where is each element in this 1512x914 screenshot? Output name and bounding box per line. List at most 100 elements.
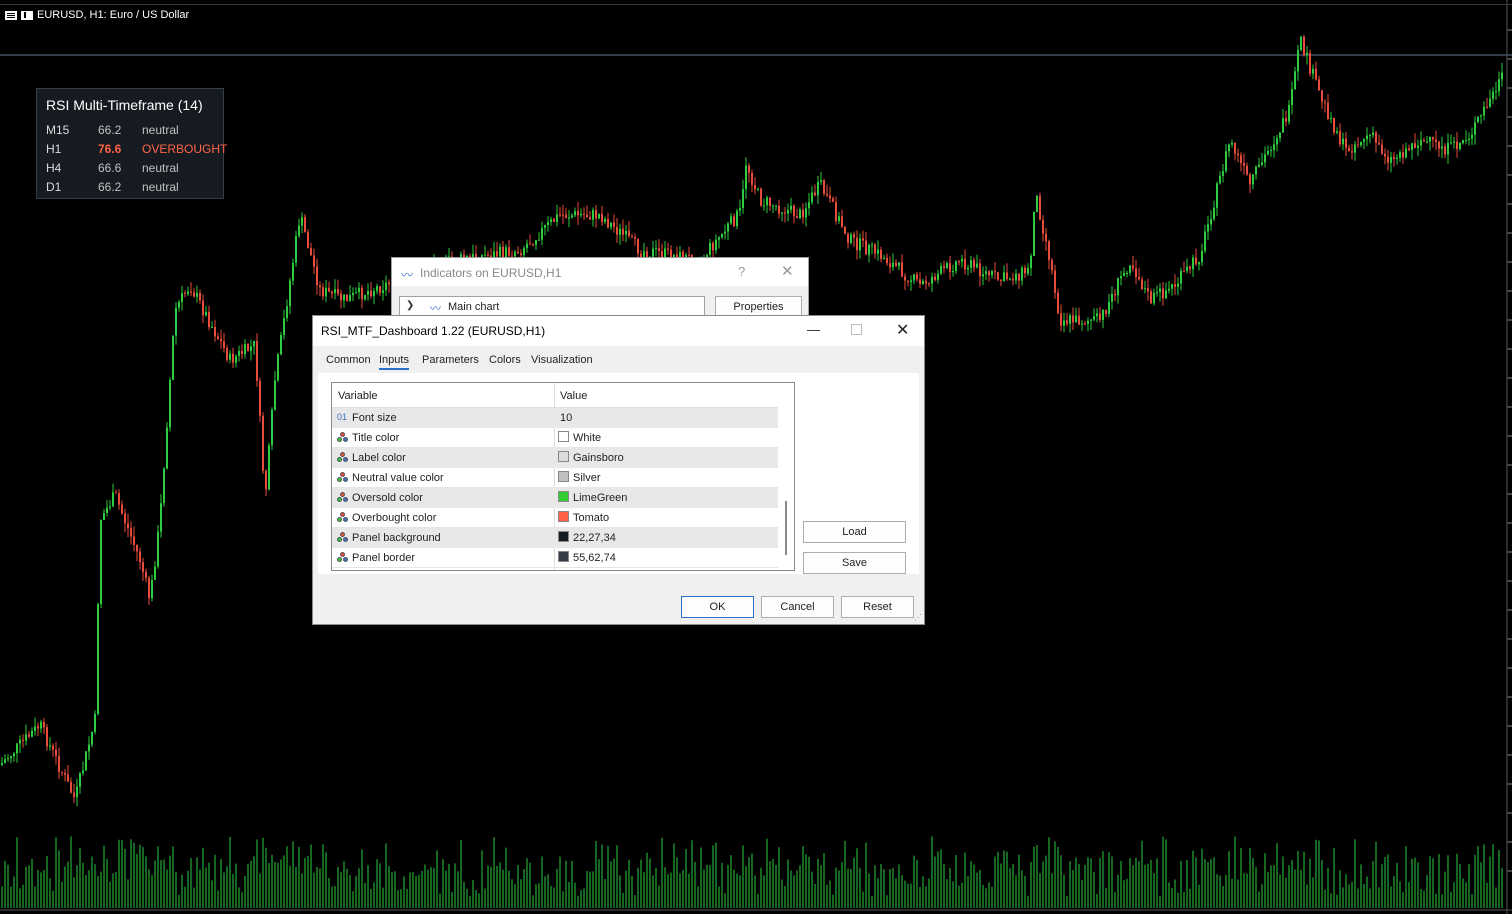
scrollbar-thumb[interactable]: [785, 501, 787, 555]
color-swatch[interactable]: [558, 431, 569, 442]
variable-value[interactable]: 55,62,74: [573, 552, 616, 564]
candle-body: [358, 287, 360, 293]
close-icon[interactable]: ✕: [781, 262, 794, 280]
candle-body: [262, 415, 264, 471]
candle-body: [388, 282, 390, 285]
color-swatch[interactable]: [558, 531, 569, 542]
tab-colors[interactable]: Colors: [489, 354, 521, 366]
column-header-variable[interactable]: Variable: [338, 390, 378, 402]
indicator-line-icon: 〰: [401, 268, 414, 282]
tab-parameters[interactable]: Parameters: [422, 354, 479, 366]
help-icon[interactable]: ?: [738, 264, 745, 279]
close-icon[interactable]: ✕: [896, 320, 909, 340]
candle-body: [1126, 272, 1128, 274]
candle-body: [1255, 167, 1257, 175]
indicator-window-select[interactable]: ❯ 〰 Main chart: [399, 296, 705, 316]
candle-body: [1018, 273, 1020, 281]
candle-body: [1165, 290, 1167, 299]
candle-body: [1315, 68, 1317, 80]
column-header-value[interactable]: Value: [560, 390, 587, 402]
candle-body: [538, 239, 540, 241]
variable-value[interactable]: White: [573, 432, 601, 444]
candle-body: [652, 248, 654, 257]
candle-body: [1228, 144, 1230, 152]
color-swatch[interactable]: [558, 451, 569, 462]
table-row[interactable]: Title color White: [332, 428, 778, 448]
candle-body: [568, 217, 570, 219]
table-scrollbar[interactable]: [778, 383, 794, 570]
chart-menu-icon[interactable]: [5, 10, 17, 20]
candle-body: [1438, 141, 1440, 149]
chart-settings-icon[interactable]: [21, 10, 33, 20]
variable-value[interactable]: Silver: [573, 472, 601, 484]
color-swatch[interactable]: [558, 491, 569, 502]
candle-body: [148, 577, 150, 599]
candle-body: [574, 211, 576, 216]
candle-body: [718, 237, 720, 240]
inputs-tab-content: Variable Value 01 Font size 10 Title color W…: [318, 373, 919, 574]
variable-value[interactable]: 10: [560, 412, 572, 424]
candle-body: [1174, 284, 1176, 287]
candle-body: [343, 294, 345, 301]
candle-body: [811, 192, 813, 203]
candle-body: [898, 262, 900, 266]
candle-body: [973, 260, 975, 268]
table-row[interactable]: Label color Gainsboro: [332, 448, 778, 468]
candle-body: [256, 340, 258, 381]
candle-body: [91, 731, 93, 745]
indicator-properties-dialog: RSI_MTF_Dashboard 1.22 (EURUSD,H1) — ✕ C…: [312, 315, 925, 625]
candle-body: [760, 188, 762, 206]
indicators-dialog-titlebar[interactable]: 〰 Indicators on EURUSD,H1 ? ✕: [392, 258, 808, 286]
reset-button[interactable]: Reset: [841, 596, 914, 618]
candle-body: [1099, 313, 1101, 320]
cancel-button[interactable]: Cancel: [761, 596, 834, 618]
candle-body: [1417, 145, 1419, 148]
save-button[interactable]: Save: [803, 552, 906, 574]
candle-body: [22, 739, 24, 741]
candle-body: [166, 427, 168, 469]
color-swatch[interactable]: [558, 471, 569, 482]
properties-dialog-titlebar[interactable]: RSI_MTF_Dashboard 1.22 (EURUSD,H1) — ✕: [313, 316, 924, 346]
candle-body: [1078, 315, 1080, 325]
color-swatch[interactable]: [558, 551, 569, 562]
candle-body: [598, 214, 600, 219]
table-row[interactable]: Overbought color Tomato: [332, 508, 778, 528]
candle-body: [757, 188, 759, 190]
minimize-icon[interactable]: —: [807, 322, 820, 337]
candle-body: [514, 251, 516, 257]
variable-value[interactable]: Gainsboro: [573, 452, 624, 464]
rsi-state: neutral: [142, 180, 179, 194]
candle-body: [43, 722, 45, 728]
candle-body: [889, 263, 891, 268]
candle-body: [886, 257, 888, 264]
table-row[interactable]: Panel background 22,27,34: [332, 528, 778, 548]
rsi-state: OVERBOUGHT: [142, 142, 228, 156]
properties-dialog-title: RSI_MTF_Dashboard 1.22 (EURUSD,H1): [321, 324, 546, 338]
table-row[interactable]: 01 Font size 10: [332, 408, 778, 428]
variable-value[interactable]: LimeGreen: [573, 492, 627, 504]
candle-body: [1420, 140, 1422, 146]
table-row[interactable]: Panel border 55,62,74: [332, 548, 778, 568]
variable-value[interactable]: 22,27,34: [573, 532, 616, 544]
load-button[interactable]: Load: [803, 521, 906, 543]
candle-body: [487, 254, 489, 256]
candle-body: [139, 551, 141, 563]
tab-common[interactable]: Common: [326, 354, 371, 366]
candle-body: [1192, 257, 1194, 270]
table-row[interactable]: Neutral value color Silver: [332, 468, 778, 488]
candle-body: [235, 355, 237, 363]
ok-button[interactable]: OK: [681, 596, 754, 618]
candle-body: [100, 520, 102, 605]
color-swatch[interactable]: [558, 511, 569, 522]
resize-grip-icon[interactable]: ⋰: [914, 613, 922, 622]
chevron-down-icon[interactable]: ❯: [406, 300, 414, 311]
candle-body: [1258, 164, 1260, 168]
tab-inputs[interactable]: Inputs: [379, 354, 409, 370]
candle-body: [1324, 101, 1326, 103]
table-row[interactable]: Oversold color LimeGreen: [332, 488, 778, 508]
candle-body: [1150, 291, 1152, 304]
candle-body: [910, 280, 912, 283]
candle-body: [844, 226, 846, 234]
tab-visualization[interactable]: Visualization: [531, 354, 593, 366]
variable-value[interactable]: Tomato: [573, 512, 609, 524]
